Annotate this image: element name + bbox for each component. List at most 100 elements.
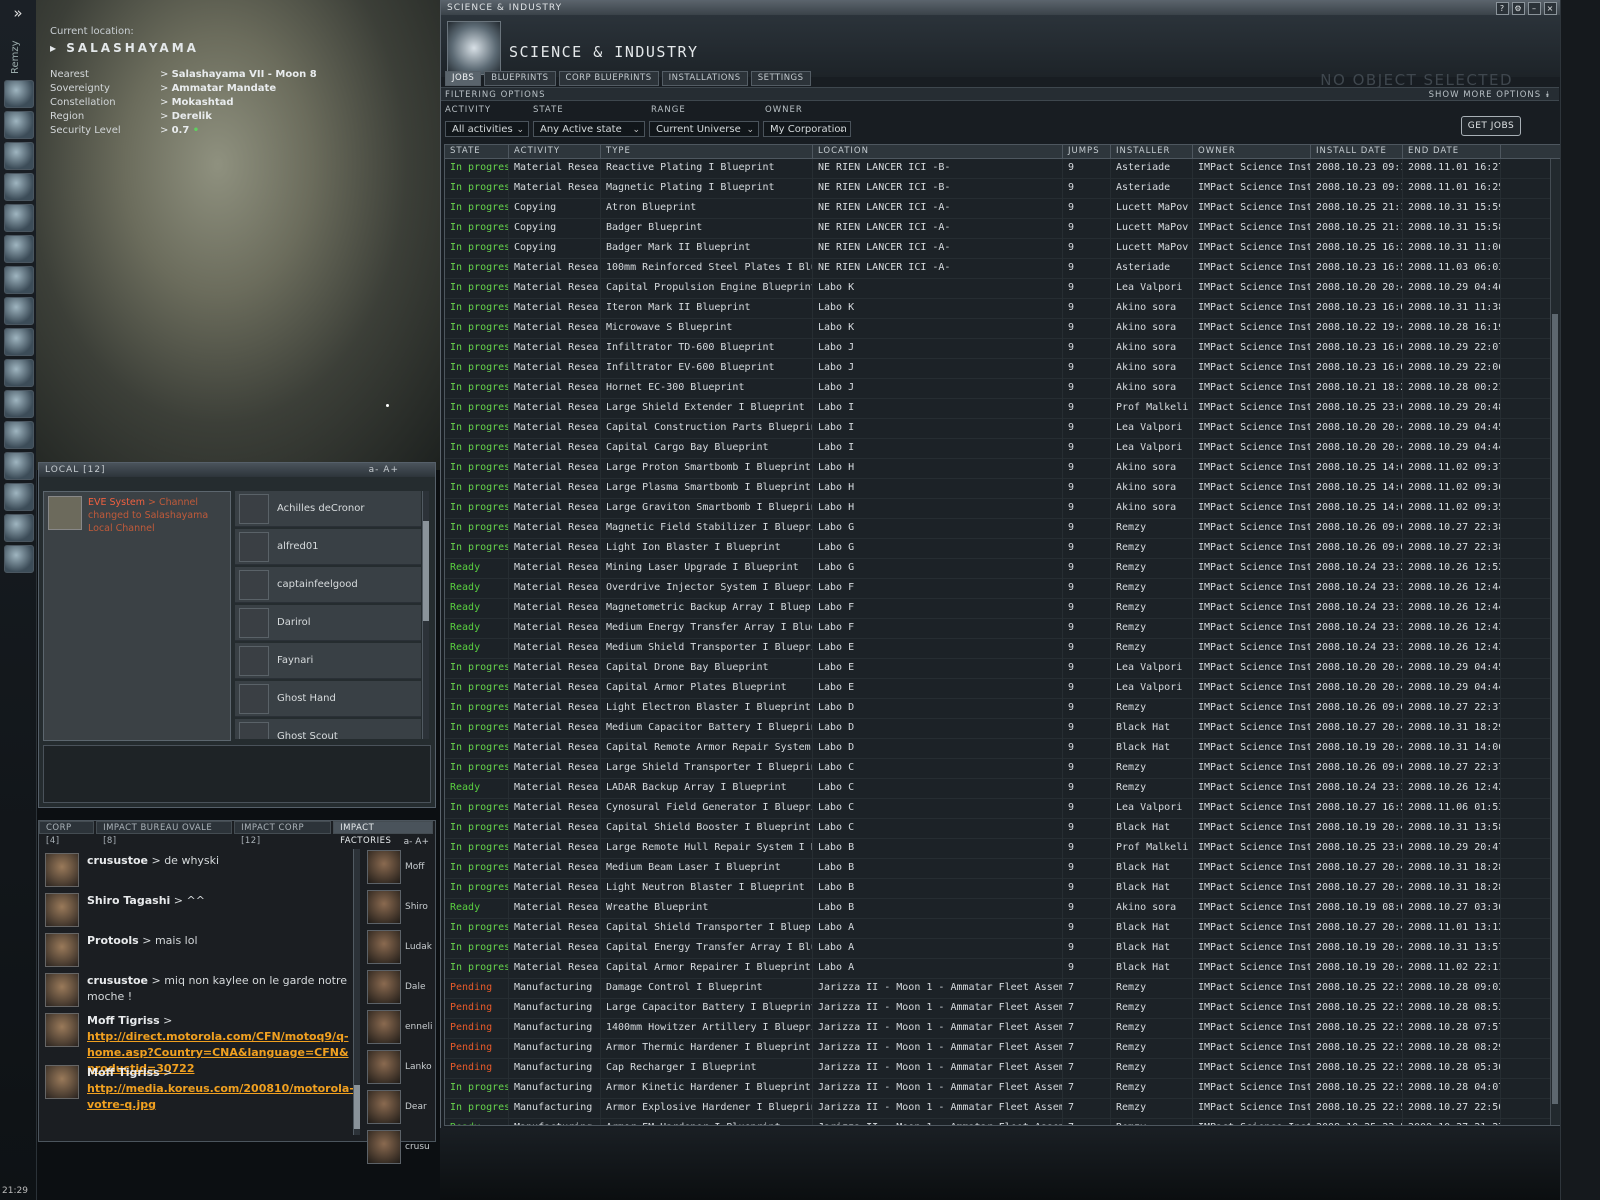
job-row[interactable]: In progressMaterial ResearchMedium Beam …: [445, 859, 1560, 879]
job-row[interactable]: In progressMaterial ResearchLight Ion Bl…: [445, 539, 1560, 559]
corp-icon[interactable]: [4, 421, 34, 449]
fitting-icon[interactable]: [4, 359, 34, 387]
chat-tab[interactable]: IMPACT BUREAU OVALE [8]: [96, 821, 233, 846]
corp-member[interactable]: Dale: [367, 969, 433, 1005]
tab-jobs[interactable]: JOBS: [445, 71, 482, 86]
job-row[interactable]: ReadyMaterial ResearchMedium Shield Tran…: [445, 639, 1560, 659]
message-avatar[interactable]: [45, 1013, 79, 1047]
job-row[interactable]: In progressMaterial ResearchInfiltrator …: [445, 339, 1560, 359]
column-header[interactable]: ACTIVITY: [509, 145, 601, 158]
job-row[interactable]: In progressMaterial ResearchInfiltrator …: [445, 359, 1560, 379]
range-select[interactable]: Current Universe ⌄: [649, 121, 759, 137]
people-icon[interactable]: [4, 111, 34, 139]
job-row[interactable]: In progressMaterial ResearchLarge Gravit…: [445, 499, 1560, 519]
job-row[interactable]: In progressMaterial ResearchCapital Shie…: [445, 919, 1560, 939]
message-avatar[interactable]: [45, 853, 79, 887]
job-row[interactable]: ReadyMaterial ResearchMining Laser Upgra…: [445, 559, 1560, 579]
job-row[interactable]: ReadyMaterial ResearchMagnetometric Back…: [445, 599, 1560, 619]
message-avatar[interactable]: [45, 973, 79, 1007]
location-value[interactable]: > Derelik: [160, 111, 212, 125]
job-row[interactable]: In progressMaterial ResearchCapital Armo…: [445, 959, 1560, 979]
job-row[interactable]: ReadyManufacturingArmor EM Hardener I Bl…: [445, 1119, 1560, 1125]
column-header[interactable]: STATE: [445, 145, 509, 158]
job-row[interactable]: In progressMaterial ResearchMagnetic Fie…: [445, 519, 1560, 539]
corp-chat-scrollbar[interactable]: [353, 849, 360, 1135]
job-row[interactable]: Pending Manufacturing Damage Control I Blu…: [445, 979, 1560, 999]
job-row[interactable]: In progressMaterial ResearchMagnetic Pla…: [445, 179, 1560, 199]
science-icon[interactable]: [4, 328, 34, 356]
local-member[interactable]: Faynari: [235, 643, 421, 679]
column-header[interactable]: INSTALLER: [1111, 145, 1193, 158]
job-row[interactable]: In progressMaterial ResearchReactive Pla…: [445, 159, 1560, 179]
job-row[interactable]: In progressMaterial ResearchIteron Mark …: [445, 299, 1560, 319]
job-row[interactable]: In progressMaterial ResearchCapital Remo…: [445, 739, 1560, 759]
system-name[interactable]: ▸ SALASHAYAMA: [50, 41, 317, 55]
message-avatar[interactable]: [45, 893, 79, 927]
assets-icon[interactable]: [4, 235, 34, 263]
job-row[interactable]: In progressCopyingAtron BlueprintNE RIEN…: [445, 199, 1560, 219]
contract-icon[interactable]: [4, 266, 34, 294]
corp-member[interactable]: enneli: [367, 1009, 433, 1045]
factory-icon[interactable]: [4, 390, 34, 418]
job-row[interactable]: Pending Manufacturing 1400mm Howitzer Arti…: [445, 1019, 1560, 1039]
help-agent-icon[interactable]: [4, 545, 34, 573]
job-row[interactable]: In progressMaterial ResearchCapital Shie…: [445, 819, 1560, 839]
member-scrollbar[interactable]: [422, 491, 429, 739]
corp-font-controls[interactable]: a- A+: [404, 837, 429, 847]
si-window-titlebar[interactable]: SCIENCE & INDUSTRY ? ⚙ – ×: [441, 1, 1561, 15]
tab-installations[interactable]: INSTALLATIONS: [661, 71, 748, 86]
mail-icon[interactable]: [4, 142, 34, 170]
job-row[interactable]: ReadyMaterial ResearchWreathe BlueprintL…: [445, 899, 1560, 919]
message-sender[interactable]: Moff Tigriss: [87, 1014, 160, 1027]
message-sender[interactable]: Protools: [87, 934, 139, 947]
message-link[interactable]: http://media.koreus.com/200810/motorola-…: [87, 1082, 354, 1111]
job-row[interactable]: In progressMaterial ResearchCapital Ener…: [445, 939, 1560, 959]
column-header[interactable]: JUMPS: [1063, 145, 1111, 158]
local-member[interactable]: Ghost Hand: [235, 681, 421, 717]
map-icon[interactable]: [4, 173, 34, 201]
message-sender[interactable]: crusustoe: [87, 974, 148, 987]
chat-tab[interactable]: IMPACT FACTORIES: [333, 821, 433, 846]
job-row[interactable]: In progressManufacturingArmor Explosive …: [445, 1099, 1560, 1119]
column-header[interactable]: END DATE: [1403, 145, 1501, 158]
market-icon[interactable]: [4, 204, 34, 232]
tutorial-icon[interactable]: [4, 483, 34, 511]
job-row[interactable]: In progressCopyingBadger Mark II Bluepri…: [445, 239, 1560, 259]
system-sender[interactable]: EVE System: [88, 497, 145, 508]
job-row[interactable]: In progressMaterial ResearchLight Electr…: [445, 699, 1560, 719]
message-avatar[interactable]: [45, 933, 79, 967]
column-header[interactable]: LOCATION: [813, 145, 1063, 158]
local-member[interactable]: Achilles deCronor: [235, 491, 421, 527]
job-row[interactable]: Pending Manufacturing Armor Thermic Harden…: [445, 1039, 1560, 1059]
tab-corp-blueprints[interactable]: CORP BLUEPRINTS: [558, 71, 659, 86]
corp-member[interactable]: Ludak: [367, 929, 433, 965]
corp-member[interactable]: Dear: [367, 1089, 433, 1125]
journal-icon[interactable]: [4, 297, 34, 325]
font-size-controls[interactable]: a- A+: [369, 463, 399, 477]
job-row[interactable]: In progressMaterial ResearchLight Neutro…: [445, 879, 1560, 899]
job-row[interactable]: In progressMaterial ResearchCapital Armo…: [445, 679, 1560, 699]
job-row[interactable]: In progressMaterial ResearchCapital Cons…: [445, 419, 1560, 439]
job-row[interactable]: ReadyMaterial ResearchMedium Energy Tran…: [445, 619, 1560, 639]
column-header[interactable]: TYPE: [601, 145, 813, 158]
state-select[interactable]: Any Active state ⌄: [533, 121, 645, 137]
minimize-icon[interactable]: –: [1528, 2, 1541, 15]
job-row[interactable]: In progressMaterial ResearchMicrowave S …: [445, 319, 1560, 339]
activity-select[interactable]: All activities ⌄: [445, 121, 529, 137]
help-icon[interactable]: [4, 452, 34, 480]
job-row[interactable]: In progressMaterial ResearchCapital Dron…: [445, 659, 1560, 679]
local-member[interactable]: alfred01: [235, 529, 421, 565]
character-icon[interactable]: [4, 80, 34, 108]
column-header[interactable]: INSTALL DATE: [1311, 145, 1403, 158]
column-header[interactable]: OWNER: [1193, 145, 1311, 158]
tab-settings[interactable]: SETTINGS: [750, 71, 811, 86]
job-row[interactable]: In progressMaterial ResearchLarge Shield…: [445, 399, 1560, 419]
help-icon[interactable]: ?: [1496, 2, 1509, 15]
job-row[interactable]: Pending Manufacturing Large Capacitor Batt…: [445, 999, 1560, 1019]
job-row[interactable]: In progressCopyingBadger BlueprintNE RIE…: [445, 219, 1560, 239]
job-row[interactable]: In progressMaterial ResearchLarge Plasma…: [445, 479, 1560, 499]
message-avatar[interactable]: [45, 1065, 79, 1099]
local-member[interactable]: Darirol: [235, 605, 421, 641]
corp-member[interactable]: Lanko: [367, 1049, 433, 1085]
job-row[interactable]: Pending Manufacturing Cap Recharger I Blue…: [445, 1059, 1560, 1079]
